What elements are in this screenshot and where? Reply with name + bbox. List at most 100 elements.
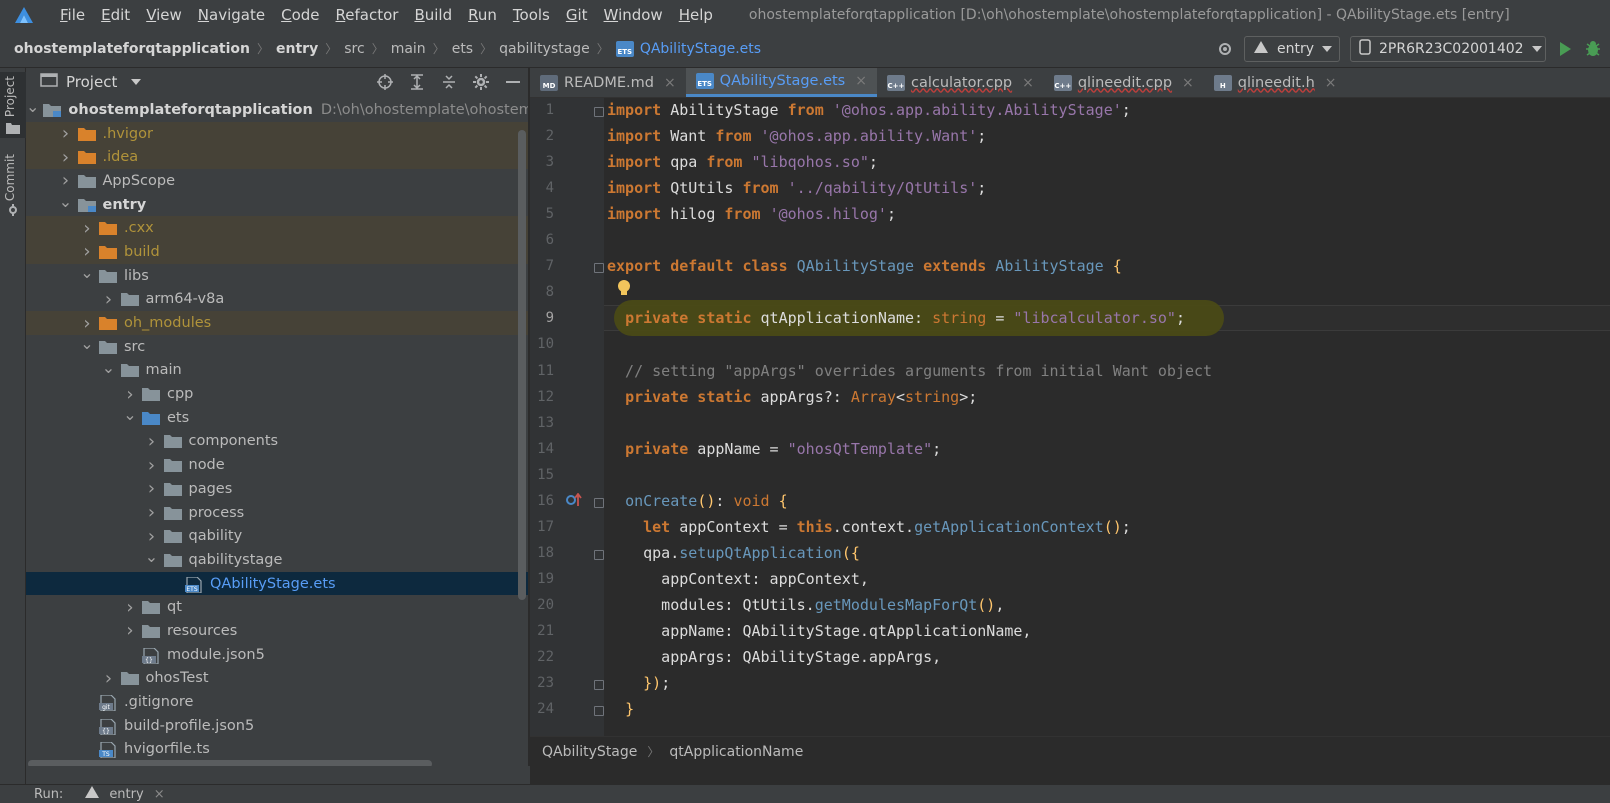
tree-item[interactable]: ⌄ ets — [26, 405, 528, 430]
breadcrumb-item[interactable]: ohostemplateforqtapplication — [14, 41, 250, 57]
expand-all-icon[interactable] — [408, 73, 426, 91]
chevron-down-icon[interactable]: ⌄ — [58, 192, 74, 211]
tree-item[interactable]: › components — [26, 430, 528, 454]
tree-item[interactable]: › qability — [26, 524, 528, 548]
structure-crumb-member[interactable]: qtApplicationName — [669, 744, 803, 760]
tree-item[interactable]: › .cxx — [26, 216, 528, 241]
tree-item[interactable]: › .idea — [26, 145, 528, 170]
tree-item[interactable]: › node — [26, 453, 528, 477]
menu-window[interactable]: Window — [596, 6, 671, 24]
close-icon[interactable]: × — [1325, 75, 1337, 91]
tree-item[interactable]: ⌄ qabilitystage — [26, 547, 528, 572]
tree-item[interactable]: › .hvigor — [26, 121, 528, 146]
menu-run[interactable]: Run — [460, 6, 505, 24]
implemented-method-icon[interactable] — [566, 492, 582, 511]
chevron-down-icon[interactable]: ⌄ — [144, 547, 160, 566]
chevron-right-icon[interactable]: › — [122, 597, 138, 618]
code-editor[interactable]: import AbilityStage from '@ohos.app.abil… — [604, 98, 1610, 736]
tree-item[interactable]: ⌄ ohostemplateforqtapplication D:\oh\ohost… — [26, 97, 528, 122]
menu-view[interactable]: View — [138, 6, 190, 24]
breadcrumb-item[interactable]: ets — [452, 41, 473, 57]
fold-marker-icon[interactable] — [594, 706, 604, 717]
run-config-tab[interactable]: entry — [109, 787, 143, 802]
close-icon[interactable]: × — [1022, 75, 1034, 91]
editor-tab[interactable]: Hqlineedit.h × — [1204, 68, 1347, 97]
breadcrumb-item[interactable]: src — [344, 41, 364, 57]
chevron-right-icon[interactable]: › — [144, 455, 160, 476]
run-icon[interactable] — [1556, 40, 1574, 58]
fold-marker-icon[interactable] — [594, 680, 604, 691]
tree-item[interactable]: › qt — [26, 595, 528, 619]
tree-item[interactable]: {} module.json5 — [26, 643, 528, 667]
chevron-right-icon[interactable]: › — [101, 668, 117, 689]
chevron-right-icon[interactable]: › — [144, 478, 160, 499]
close-icon[interactable]: × — [1182, 75, 1194, 91]
tree-item[interactable]: › ohosTest — [26, 667, 528, 691]
tree-item[interactable]: › arm64-v8a — [26, 288, 528, 312]
structure-crumb-class[interactable]: QAbilityStage — [542, 744, 637, 760]
fold-marker-icon[interactable] — [594, 107, 604, 117]
editor-tab[interactable]: C++ calculator.cpp × — [877, 68, 1044, 97]
menu-refactor[interactable]: Refactor — [328, 6, 407, 24]
chevron-right-icon[interactable]: › — [58, 123, 74, 144]
tree-item[interactable]: {} build-profile.json5 — [26, 714, 528, 738]
debug-icon[interactable] — [1584, 40, 1602, 58]
menu-edit[interactable]: Edit — [93, 6, 138, 24]
menu-build[interactable]: Build — [406, 6, 460, 24]
tree-item[interactable]: TS hvigorfile.ts — [26, 738, 528, 762]
collapse-all-icon[interactable] — [440, 73, 458, 91]
menu-git[interactable]: Git — [558, 6, 596, 24]
breadcrumb-item[interactable]: main — [391, 41, 426, 57]
vertical-scrollbar[interactable] — [518, 130, 526, 600]
chevron-down-icon[interactable]: ⌄ — [101, 358, 117, 377]
intention-bulb-icon[interactable] — [617, 279, 631, 301]
tree-item[interactable]: ⌄ src — [26, 334, 528, 359]
tree-item[interactable]: › resources — [26, 619, 528, 643]
fold-marker-icon[interactable] — [594, 263, 604, 274]
menu-tools[interactable]: Tools — [505, 6, 558, 24]
close-icon[interactable]: × — [154, 787, 165, 802]
close-icon[interactable]: × — [664, 75, 676, 91]
editor-tab[interactable]: ETS QAbilityStage.ets × — [685, 68, 877, 97]
locate-icon[interactable] — [376, 73, 394, 91]
editor-tab[interactable]: C++ qlineedit.cpp × — [1044, 68, 1204, 97]
chevron-right-icon[interactable]: › — [144, 502, 160, 523]
chevron-right-icon[interactable]: › — [58, 147, 74, 168]
breadcrumb-item[interactable]: QAbilityStage.ets — [640, 41, 761, 57]
fold-marker-icon[interactable] — [594, 549, 604, 560]
gear-icon[interactable] — [472, 73, 490, 91]
tree-item[interactable]: ⌄ libs — [26, 263, 528, 288]
tree-item[interactable]: ⌄ entry — [26, 192, 528, 217]
chevron-right-icon[interactable]: › — [144, 431, 160, 452]
tree-item[interactable]: ⌄ main — [26, 358, 528, 383]
chevron-down-icon[interactable]: ⌄ — [79, 334, 95, 353]
commit-tool-tab[interactable]: Commit — [0, 150, 26, 220]
tree-item[interactable]: › oh_modules — [26, 311, 528, 335]
tree-item[interactable]: › AppScope — [26, 169, 528, 193]
device-select[interactable]: 2PR6R23C02001402 — [1350, 36, 1546, 62]
chevron-right-icon[interactable]: › — [58, 170, 74, 191]
menu-help[interactable]: Help — [671, 6, 721, 24]
chevron-down-icon[interactable]: ⌄ — [122, 405, 138, 424]
project-tool-tab[interactable]: Project — [0, 72, 26, 138]
chevron-right-icon[interactable]: › — [79, 313, 95, 334]
chevron-down-icon[interactable]: ⌄ — [79, 263, 95, 282]
tree-item[interactable]: ETS QAbilityStage.ets — [26, 571, 528, 596]
run-config-select[interactable]: entry — [1244, 36, 1340, 62]
chevron-right-icon[interactable]: › — [122, 620, 138, 641]
chevron-right-icon[interactable]: › — [122, 384, 138, 405]
minimize-icon[interactable] — [504, 73, 522, 91]
chevron-right-icon[interactable]: › — [79, 218, 95, 239]
chevron-down-icon[interactable]: ⌄ — [26, 97, 39, 116]
target-icon[interactable] — [1216, 40, 1234, 58]
chevron-right-icon[interactable]: › — [101, 289, 117, 310]
tree-item[interactable]: › build — [26, 240, 528, 264]
breadcrumb-item[interactable]: qabilitystage — [499, 41, 590, 57]
fold-marker-icon[interactable] — [594, 497, 604, 508]
chevron-right-icon[interactable]: › — [144, 526, 160, 547]
breadcrumb-item[interactable]: entry — [276, 41, 318, 57]
tree-item[interactable]: › cpp — [26, 382, 528, 406]
editor-tab[interactable]: MD README.md × — [530, 68, 686, 97]
menu-navigate[interactable]: Navigate — [190, 6, 273, 24]
menu-code[interactable]: Code — [273, 6, 327, 24]
